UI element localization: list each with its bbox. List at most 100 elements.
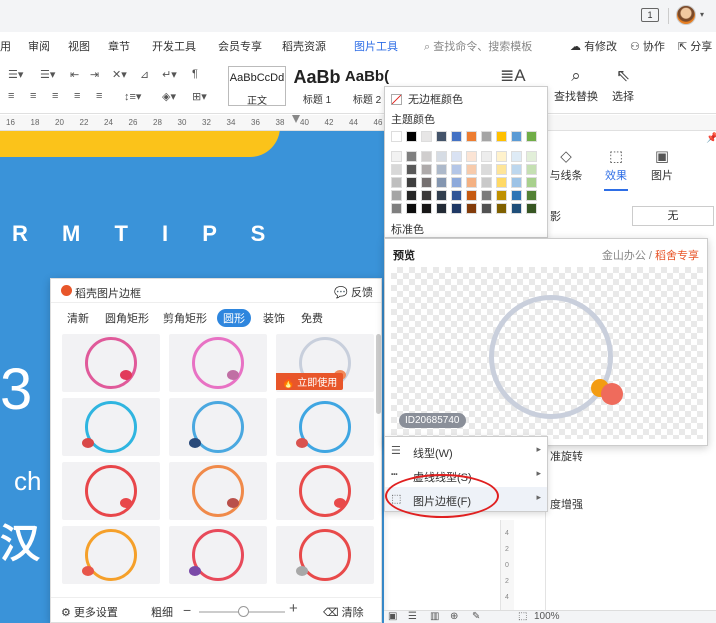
color-swatch[interactable] (496, 164, 507, 175)
tab-effects[interactable]: ⬚ 效果 (596, 147, 636, 191)
no-border-color-option[interactable]: 无边框颜色 (391, 91, 463, 107)
bullet-list-icon[interactable]: ☰▾ (8, 68, 23, 81)
color-swatch[interactable] (436, 151, 447, 162)
frame-thumbnail[interactable] (62, 334, 160, 392)
color-swatch[interactable] (481, 164, 492, 175)
color-swatch[interactable] (421, 164, 432, 175)
color-swatch[interactable] (451, 203, 462, 214)
color-swatch[interactable] (526, 164, 537, 175)
sort-icon[interactable]: ⊿ (140, 68, 149, 81)
color-swatch[interactable] (391, 131, 402, 142)
indent-marker[interactable] (292, 115, 300, 125)
color-swatch[interactable] (406, 190, 417, 201)
menu-item-line-type[interactable]: ☰ 线型(W) ▸ (385, 439, 547, 463)
find-replace-button[interactable]: ⌕ 查找替换 (554, 66, 598, 104)
frame-thumbnail[interactable] (169, 462, 267, 520)
color-swatch[interactable] (406, 203, 417, 214)
increase-indent-icon[interactable]: ⇥ (90, 68, 99, 81)
color-swatch[interactable] (406, 164, 417, 175)
color-swatch[interactable] (511, 177, 522, 188)
show-marks-icon[interactable]: ¶ (192, 68, 198, 80)
color-swatch[interactable] (481, 190, 492, 201)
color-swatch[interactable] (466, 190, 477, 201)
color-swatch[interactable] (406, 177, 417, 188)
align-left-icon[interactable]: ≡ (8, 90, 14, 102)
color-swatch[interactable] (391, 164, 402, 175)
tab-cut-rect[interactable]: 剪角矩形 (163, 310, 207, 326)
align-center-icon[interactable]: ≡ (30, 90, 36, 102)
color-swatch[interactable] (496, 203, 507, 214)
frame-thumbnail[interactable] (276, 526, 374, 584)
decrease-indent-icon[interactable]: ⇤ (70, 68, 79, 81)
tab-picture[interactable]: ▣ 图片 (642, 147, 682, 183)
color-swatch[interactable] (511, 131, 522, 142)
color-swatch[interactable] (451, 177, 462, 188)
color-swatch[interactable] (436, 203, 447, 214)
frame-thumbnail[interactable] (169, 334, 267, 392)
color-swatch[interactable] (451, 151, 462, 162)
tab-free[interactable]: 免费 (301, 310, 323, 326)
pin-icon[interactable]: 📌 (706, 133, 716, 144)
web-view-icon[interactable]: ⊕ (450, 611, 458, 622)
color-swatch[interactable] (391, 151, 402, 162)
share-button[interactable]: ⇱ 分享 (678, 38, 712, 54)
zoom-level[interactable]: 100% (534, 611, 560, 622)
text-tools-button[interactable]: ≣A (500, 66, 526, 88)
color-swatch[interactable] (496, 177, 507, 188)
line-spacing-icon[interactable]: ↕≡▾ (124, 90, 141, 103)
color-swatch[interactable] (526, 203, 537, 214)
line-break-icon[interactable]: ↵▾ (162, 68, 177, 81)
color-swatch[interactable] (466, 203, 477, 214)
menu-item-member[interactable]: 会员专享 (218, 38, 262, 54)
color-swatch[interactable] (526, 151, 537, 162)
changes-button[interactable]: ☁ 有修改 (570, 38, 617, 54)
justify-icon[interactable]: ≡ (74, 90, 80, 102)
pen-icon[interactable]: ✎ (472, 611, 480, 622)
user-avatar[interactable] (676, 5, 696, 25)
style-heading-1[interactable]: AaBb 标题 1 (288, 66, 346, 106)
outline-view-icon[interactable]: ☰ (408, 611, 417, 622)
color-swatch[interactable] (421, 151, 432, 162)
color-swatch[interactable] (451, 131, 462, 142)
menu-item-docer[interactable]: 稻壳资源 (282, 38, 326, 54)
color-swatch[interactable] (391, 190, 402, 201)
color-swatch[interactable] (481, 203, 492, 214)
frame-thumbnail[interactable] (62, 526, 160, 584)
feedback-button[interactable]: 💬 反馈 (334, 284, 373, 300)
borders-icon[interactable]: ⊞▾ (192, 90, 207, 103)
color-swatch[interactable] (421, 177, 432, 188)
color-swatch[interactable] (406, 151, 417, 162)
color-swatch[interactable] (466, 164, 477, 175)
weight-slider-handle[interactable] (238, 606, 249, 617)
color-swatch[interactable] (436, 164, 447, 175)
color-swatch[interactable] (511, 151, 522, 162)
select-button[interactable]: ⇖ 选择 (612, 66, 634, 104)
color-swatch[interactable] (466, 177, 477, 188)
tab-fill-line[interactable]: ◇ 与线条 (546, 147, 586, 183)
color-swatch[interactable] (496, 190, 507, 201)
frame-thumbnail[interactable] (169, 526, 267, 584)
menu-item-chapter[interactable]: 章节 (108, 38, 130, 54)
shadow-select[interactable]: 无 (632, 206, 714, 226)
clear-button[interactable]: ⌫ 清除 (323, 604, 364, 620)
more-settings-button[interactable]: ⚙ 更多设置 (61, 604, 118, 620)
chevron-down-icon[interactable]: ▾ (700, 10, 704, 19)
color-swatch[interactable] (391, 177, 402, 188)
color-swatch[interactable] (496, 151, 507, 162)
frame-thumbnail[interactable] (62, 398, 160, 456)
menu-item-review[interactable]: 审阅 (28, 38, 50, 54)
color-swatch[interactable] (526, 177, 537, 188)
reading-view-icon[interactable]: ▥ (430, 611, 439, 622)
numbered-list-icon[interactable]: ☰▾ (40, 68, 55, 81)
vertical-ruler[interactable]: 42024 (500, 520, 514, 610)
align-right-icon[interactable]: ≡ (52, 90, 58, 102)
color-swatch[interactable] (391, 203, 402, 214)
color-swatch[interactable] (436, 131, 447, 142)
color-swatch[interactable] (511, 164, 522, 175)
color-swatch[interactable] (436, 190, 447, 201)
plus-icon[interactable]: + (289, 600, 298, 617)
frame-thumbnail[interactable] (276, 462, 374, 520)
text-direction-icon[interactable]: ✕▾ (112, 68, 127, 81)
frame-thumbnail[interactable] (169, 398, 267, 456)
horizontal-ruler[interactable]: 16 18 20 22 24 26 28 30 32 34 36 38 40 42 44 46 (0, 115, 716, 131)
